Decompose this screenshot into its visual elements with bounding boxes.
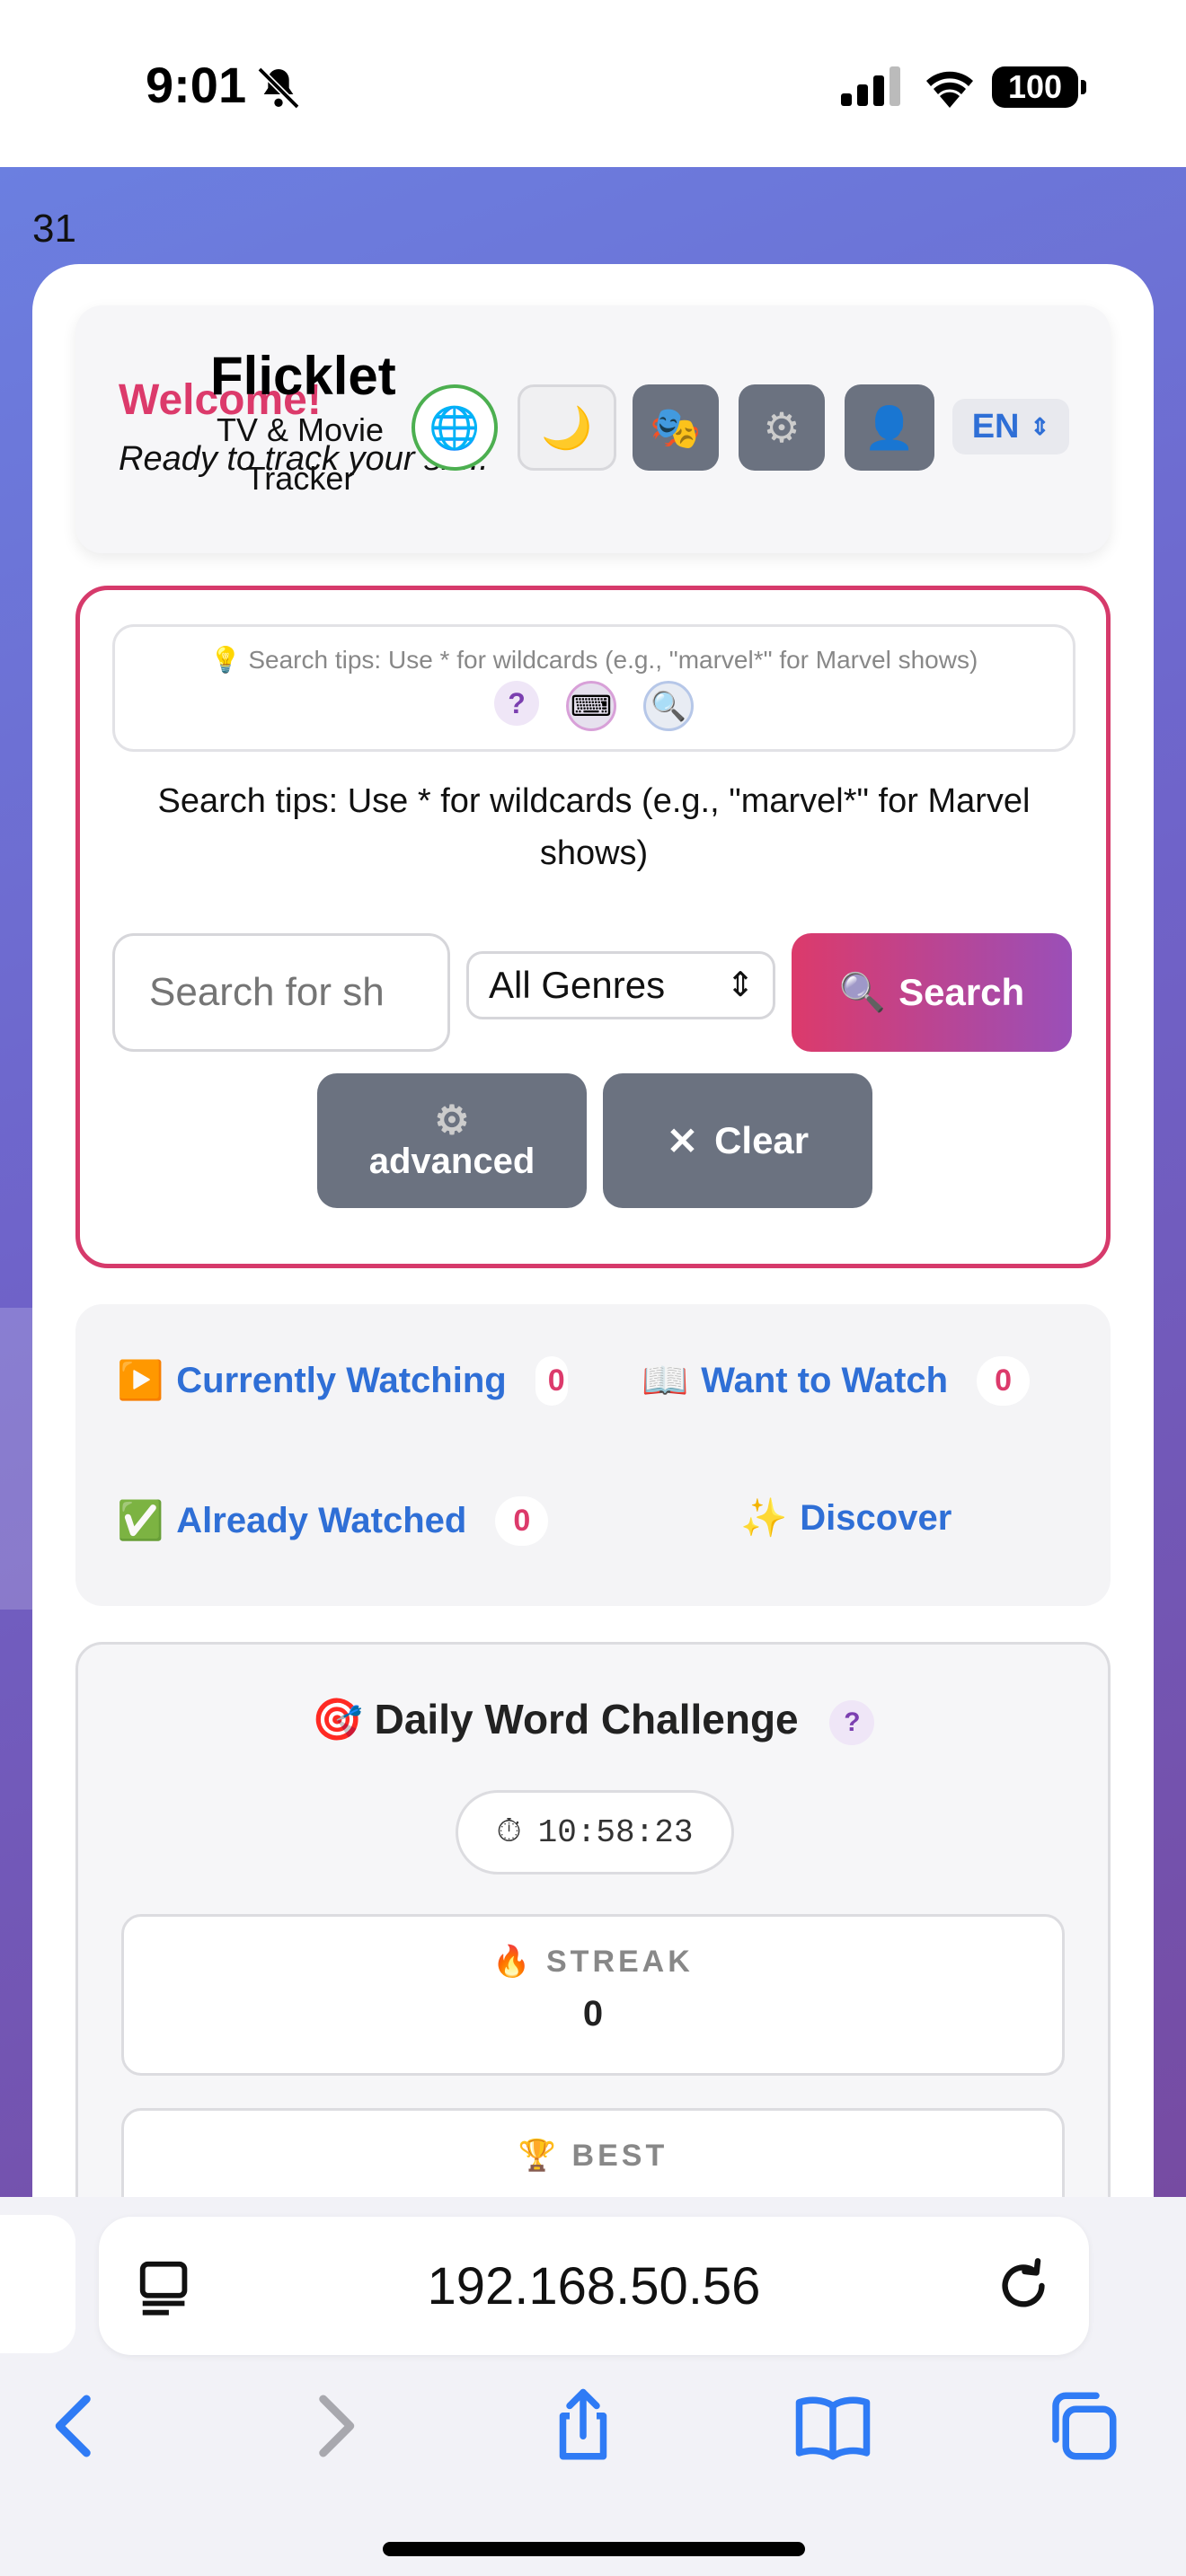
challenge-timer: ⏱ 10:58:23 [456, 1790, 734, 1875]
stopwatch-icon: ⏱ [496, 1813, 522, 1851]
search-tips-small: 💡 Search tips: Use * for wildcards (e.g.… [209, 646, 978, 674]
tabs-icon[interactable] [1042, 2386, 1123, 2466]
app-card: Welcome! Ready to track your sh... Flick… [32, 264, 1154, 2197]
help-icon[interactable]: ? [494, 681, 539, 726]
advanced-search-button[interactable]: ⚙ advanced [317, 1073, 587, 1208]
theme-toggle-button[interactable]: 🌙 [518, 384, 616, 471]
sparkles-icon: ✨ [740, 1496, 788, 1539]
book-icon: 📖 [642, 1359, 689, 1401]
tab-count: 0 [495, 1496, 549, 1546]
tab-label: Already Watched [176, 1501, 467, 1540]
search-tips-text: Search tips: Use * for wildcards (e.g., … [157, 782, 1031, 872]
search-panel: 💡 Search tips: Use * for wildcards (e.g.… [75, 586, 1111, 1268]
challenge-title: Daily Word Challenge [374, 1696, 799, 1742]
genre-select[interactable]: All Genres ⇕ [466, 951, 775, 1019]
timer-value: 10:58:23 [537, 1813, 694, 1851]
forward-icon[interactable] [293, 2386, 374, 2466]
settings-button[interactable]: ⚙ [739, 384, 825, 471]
globe-button[interactable]: 🌐 [412, 384, 498, 471]
gear-icon: ⚙ [434, 1098, 470, 1142]
magnifier-icon[interactable]: 🔍 [643, 681, 694, 731]
theater-mask-icon: 🎭 [650, 403, 702, 451]
list-tabs: ▶️ Currently Watching 0 📖 Want to Watch … [75, 1304, 1111, 1606]
wifi-icon [926, 71, 973, 108]
streak-box: 🔥 STREAK 0 [121, 1914, 1065, 2076]
search-tips-box: 💡 Search tips: Use * for wildcards (e.g.… [112, 624, 1075, 752]
brand-subtitle: TV & Movie Tracker [216, 411, 385, 497]
brand-title: Flicklet [210, 346, 396, 406]
clear-button[interactable]: ✕ Clear [603, 1073, 872, 1208]
tab-currently-watching[interactable]: ▶️ Currently Watching 0 [117, 1356, 568, 1406]
language-select[interactable]: EN ⇕ [952, 399, 1069, 454]
keyboard-icon[interactable]: ⌨ [566, 681, 616, 731]
status-time: 9:01 [146, 57, 247, 113]
battery-indicator: 100 [992, 66, 1086, 108]
tab-count: 0 [977, 1356, 1030, 1406]
browser-toolbar: 192.168.50.56 [0, 2197, 1186, 2576]
trophy-icon: 🏆 [518, 2139, 561, 2173]
tab-count: 0 [535, 1356, 568, 1406]
target-icon: 🎯 [311, 1696, 363, 1742]
app-header: Welcome! Ready to track your sh... Flick… [75, 305, 1111, 553]
best-label: BEST [571, 2139, 668, 2173]
genre-selected-value: All Genres [489, 964, 666, 1006]
streak-label-row: 🔥 STREAK [124, 1944, 1062, 1980]
user-icon: 👤 [863, 403, 916, 451]
page-background: 31 Welcome! Ready to track your sh... Fl… [0, 167, 1186, 2197]
side-strip [0, 1308, 32, 1610]
search-input[interactable] [112, 933, 450, 1052]
address-bar[interactable]: 192.168.50.56 [99, 2217, 1089, 2355]
theater-button[interactable]: 🎭 [633, 384, 719, 471]
gear-icon: ⚙ [763, 404, 801, 451]
bookmarks-icon[interactable] [792, 2386, 873, 2466]
tab-label: Discover [800, 1498, 952, 1538]
search-button-label: Search [898, 971, 1025, 1013]
fire-icon: 🔥 [492, 1945, 535, 1979]
tab-already-watched[interactable]: ✅ Already Watched 0 [117, 1496, 549, 1546]
url-text: 192.168.50.56 [427, 2256, 761, 2316]
close-icon: ✕ [666, 1119, 699, 1162]
previous-tab-edge[interactable] [0, 2215, 75, 2353]
tab-discover[interactable]: ✨ Discover [740, 1496, 951, 1540]
challenge-title-row: 🎯 Daily Word Challenge ? [78, 1695, 1108, 1745]
best-box: 🏆 BEST [121, 2108, 1065, 2197]
chevron-updown-icon: ⇕ [726, 966, 755, 1004]
back-icon[interactable] [36, 2386, 117, 2466]
reload-icon[interactable] [992, 2254, 1055, 2317]
language-value: EN [971, 407, 1020, 446]
search-button[interactable]: 🔍 Search [792, 933, 1072, 1052]
globe-icon: 🌐 [429, 403, 481, 451]
best-label-row: 🏆 BEST [124, 2138, 1062, 2174]
tab-want-to-watch[interactable]: 📖 Want to Watch 0 [642, 1356, 1030, 1406]
daily-word-challenge: 🎯 Daily Word Challenge ? ⏱ 10:58:23 🔥 ST… [75, 1642, 1111, 2197]
moon-icon: 🌙 [541, 403, 593, 451]
home-indicator [383, 2542, 805, 2556]
tab-label: Want to Watch [701, 1361, 949, 1400]
corner-number: 31 [32, 207, 76, 251]
streak-label: STREAK [546, 1945, 694, 1979]
advanced-button-label: advanced [368, 1141, 535, 1181]
chevron-updown-icon: ⇕ [1030, 412, 1050, 440]
bell-muted-icon [257, 66, 300, 110]
tab-label: Currently Watching [176, 1361, 507, 1400]
status-bar: 9:01 100 [0, 0, 1186, 167]
share-icon[interactable] [543, 2386, 624, 2466]
brand: Flicklet TV & Movie Tracker [210, 346, 396, 503]
checkmark-icon: ✅ [117, 1499, 164, 1541]
cellular-signal-icon [841, 66, 900, 106]
help-icon[interactable]: ? [829, 1699, 875, 1745]
tips-icon-row: ? ⌨ 🔍 [115, 681, 1073, 731]
search-icon: 🔍 [838, 970, 887, 1013]
clear-button-label: Clear [714, 1119, 810, 1161]
account-button[interactable]: 👤 [845, 384, 934, 471]
play-icon: ▶️ [117, 1359, 164, 1401]
streak-value: 0 [582, 1994, 604, 2033]
